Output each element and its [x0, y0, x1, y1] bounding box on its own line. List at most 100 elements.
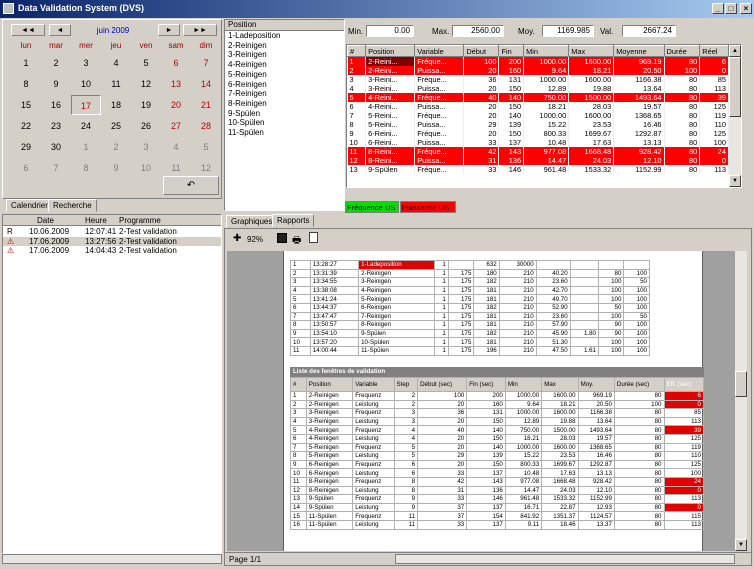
position-item[interactable]: 4-Reinigen	[228, 61, 267, 69]
calendar-day[interactable]: 22	[11, 116, 41, 136]
close-button[interactable]: ×	[740, 3, 752, 14]
grid-row[interactable]: 13 9-Spülen Fréque... 33 146 961.48 1533.32 115…	[347, 165, 729, 174]
save-icon[interactable]	[277, 233, 287, 243]
report-scroll-thumb[interactable]	[735, 371, 747, 397]
position-item[interactable]: 6-Reinigen	[228, 80, 267, 89]
calendar-day[interactable]: 8	[11, 74, 41, 94]
calendar-day[interactable]: 21	[191, 95, 221, 115]
calendar-day[interactable]: 11	[101, 74, 131, 94]
grid-col-header[interactable]: Position	[365, 45, 416, 57]
history-row[interactable]: ⚠ 17.06.2009 14:04:43 2-Test validation	[3, 246, 221, 255]
tab-recherche[interactable]: Recherche	[48, 199, 97, 212]
calendar-day[interactable]: 26	[131, 116, 161, 136]
report-hscroll[interactable]	[395, 554, 735, 564]
grid-col-header[interactable]: Min	[523, 45, 570, 57]
grid-col-header[interactable]: Fin	[498, 45, 525, 57]
calendar-day[interactable]: 9	[41, 74, 71, 94]
next-year-button[interactable]: ►►	[183, 24, 217, 36]
calendar-day[interactable]: 8	[71, 158, 101, 178]
grid-row[interactable]: 2 2-Reini... Puissa... 20 160 9.64 18.21 20.50 1…	[347, 66, 729, 75]
position-item[interactable]: 2-Reinigen	[228, 41, 267, 50]
calendar-day[interactable]: 17	[71, 95, 101, 115]
position-item[interactable]: 7-Reinigen	[228, 90, 267, 98]
calendar-day[interactable]: 9	[101, 158, 131, 178]
grid-col-header[interactable]: Réel	[699, 45, 729, 57]
prev-year-button[interactable]: ◄◄	[11, 24, 45, 36]
today-button[interactable]: ↶	[163, 176, 219, 195]
calendar-day[interactable]: 6	[161, 53, 191, 73]
calendar-day[interactable]: 10	[131, 158, 161, 178]
calendar-day[interactable]: 10	[71, 74, 101, 94]
zoom-level[interactable]: 92%	[247, 235, 263, 244]
grid-col-header[interactable]: Durée	[663, 45, 701, 57]
scroll-thumb[interactable]	[729, 57, 741, 117]
grid-row[interactable]: 3 3-Reini... Fréque... 36 131 1000.00 1600.00 1…	[347, 75, 729, 84]
calendar-day[interactable]: 23	[41, 116, 71, 136]
grid-col-header[interactable]: Variable	[414, 45, 465, 57]
position-item[interactable]: 3-Reinigen	[228, 51, 267, 59]
grid-row[interactable]: 8 5-Reini... Puissa... 29 139 15.22 23.53 16.46…	[347, 120, 729, 129]
calendar-day[interactable]: 5	[131, 53, 161, 73]
new-page-icon[interactable]	[309, 232, 318, 243]
calendar-day[interactable]: 25	[101, 116, 131, 136]
calendar-day[interactable]: 3	[71, 53, 101, 73]
position-item[interactable]: 9-Spülen	[228, 109, 260, 118]
minimize-button[interactable]: _	[712, 3, 724, 14]
calendar-day[interactable]: 24	[71, 116, 101, 136]
calendar-day[interactable]: 12	[191, 158, 221, 178]
calendar-day[interactable]: 7	[41, 158, 71, 178]
calendar-day[interactable]: 1	[11, 53, 41, 73]
prev-month-button[interactable]: ◄	[49, 24, 71, 36]
grid-row[interactable]: 5 4-Reini... Fréque... 40 140 750.00 1500.00 14…	[347, 93, 729, 102]
calendar-day[interactable]: 14	[191, 74, 221, 94]
grid-col-header[interactable]: #	[347, 45, 367, 57]
print-icon[interactable]: 🖶	[292, 233, 301, 250]
scroll-up-icon[interactable]: ▲	[729, 45, 741, 57]
calendar-day[interactable]: 27	[161, 116, 191, 136]
calendar-day[interactable]: 18	[101, 95, 131, 115]
grid-row[interactable]: 12 8-Reini... Puissa... 31 136 14.47 24.03 12.1…	[347, 156, 729, 165]
calendar-day[interactable]: 15	[11, 95, 41, 115]
calendar-day[interactable]: 20	[161, 95, 191, 115]
header-programme[interactable]: Programme	[119, 216, 161, 225]
calendar-day[interactable]: 16	[41, 95, 71, 115]
grid-row[interactable]: 4 3-Reini... Puissa... 20 150 12.89 19.88 13.64…	[347, 84, 729, 93]
position-item[interactable]: 10-Spülen	[228, 119, 264, 127]
tab-rapports[interactable]: Rapports	[272, 214, 315, 227]
calendar-day[interactable]: 28	[191, 116, 221, 136]
calendar-day[interactable]: 12	[131, 74, 161, 94]
scroll-down-icon[interactable]: ▼	[729, 175, 741, 187]
grid-col-header[interactable]: Max	[568, 45, 615, 57]
grid-row[interactable]: 6 4-Reini... Puissa... 20 150 18.21 28.03 19.57…	[347, 102, 729, 111]
grid-scrollbar[interactable]: ▲ ▼	[729, 45, 741, 187]
history-row[interactable]: ⚠ 17.06.2009 13:27:56 2-Test validation	[3, 236, 221, 246]
report-vscroll[interactable]: ▼	[735, 251, 747, 551]
grid-row[interactable]: 7 5-Reini... Fréque... 20 140 1000.00 1600.00 1…	[347, 111, 729, 120]
grid-row[interactable]: 9 6-Reini... Fréque... 20 150 800.33 1699.67 12…	[347, 129, 729, 138]
tab-graphiques[interactable]: Graphiques	[226, 215, 278, 228]
tab-calendrier[interactable]: Calendrier	[6, 199, 53, 212]
calendar-day[interactable]: 29	[11, 137, 41, 157]
calendar-day[interactable]: 13	[161, 74, 191, 94]
zoom-icon[interactable]: ✚	[233, 233, 241, 244]
position-item[interactable]: 8-Reinigen	[228, 99, 267, 108]
header-date[interactable]: Date	[37, 216, 54, 225]
position-item[interactable]: 1-Ladeposition	[228, 32, 280, 40]
calendar-day[interactable]: 1	[71, 137, 101, 157]
position-item[interactable]: 11-Spülen	[228, 129, 264, 137]
report-scroll-down-icon[interactable]: ▼	[735, 539, 747, 551]
grid-col-header[interactable]: Moyenne	[613, 45, 665, 57]
maximize-button[interactable]: □	[725, 3, 737, 14]
calendar-day[interactable]: 30	[41, 137, 71, 157]
calendar-day[interactable]: 2	[101, 137, 131, 157]
calendar-day[interactable]: 4	[101, 53, 131, 73]
position-item[interactable]: 5-Reinigen	[228, 70, 267, 79]
calendar-day[interactable]: 5	[191, 137, 221, 157]
calendar-day[interactable]: 19	[131, 95, 161, 115]
grid-col-header[interactable]: Début	[463, 45, 500, 57]
header-heure[interactable]: Heure	[85, 216, 107, 225]
calendar-day[interactable]: 2	[41, 53, 71, 73]
calendar-day[interactable]: 7	[191, 53, 221, 73]
calendar-day[interactable]: 6	[11, 158, 41, 178]
calendar-day[interactable]: 3	[131, 137, 161, 157]
